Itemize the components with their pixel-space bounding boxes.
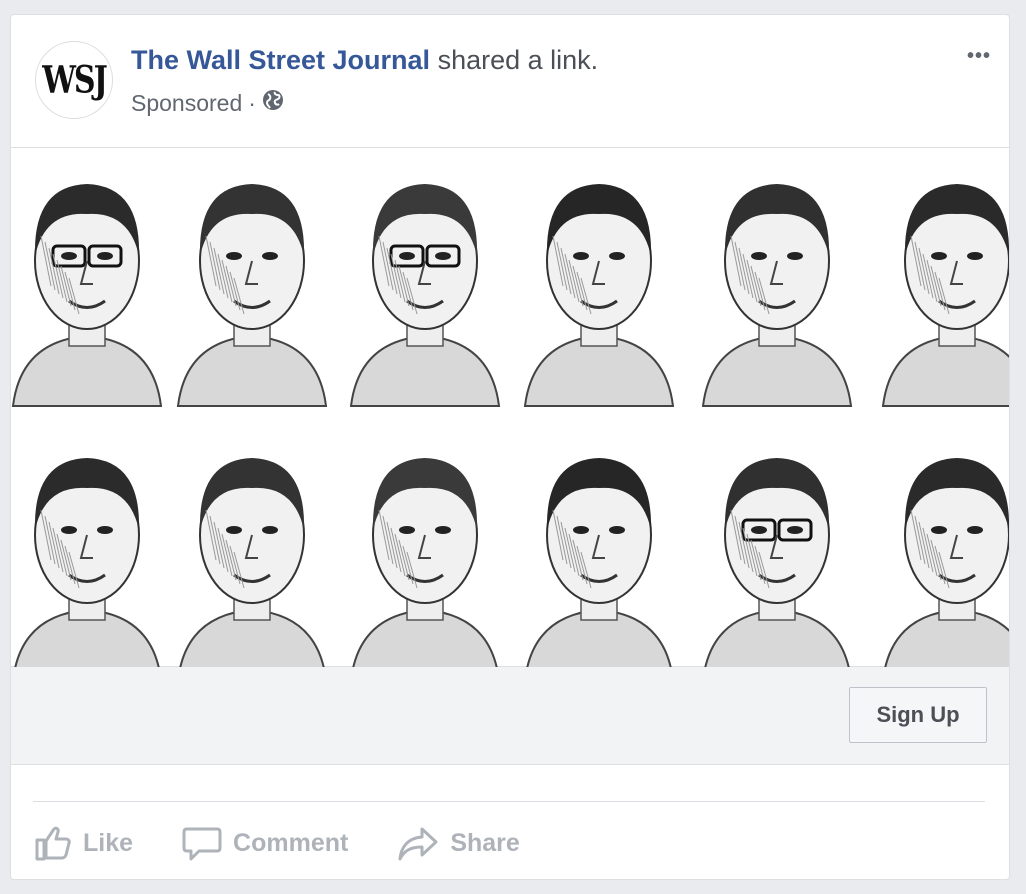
shared-text: shared a link. (437, 45, 599, 75)
portrait-sketch (523, 184, 675, 407)
post-title-line: The Wall Street Journal shared a link. (131, 45, 598, 76)
like-icon (35, 826, 71, 861)
like-label: Like (83, 828, 134, 857)
post-header: WSJ The Wall Street Journal shared a lin… (11, 15, 1009, 147)
globe-icon[interactable] (262, 89, 284, 117)
portrait-sketch (176, 458, 328, 681)
page-name-link[interactable]: The Wall Street Journal (131, 45, 430, 75)
more-icon[interactable]: ••• (967, 45, 991, 68)
sign-up-button[interactable]: Sign Up (849, 687, 987, 743)
portrait-sketch (881, 184, 1009, 407)
portrait-sketch (11, 184, 163, 407)
comment-label: Comment (233, 828, 349, 857)
portrait-grid-image (11, 184, 1009, 681)
portrait-sketch (701, 458, 853, 681)
comment-button[interactable]: Comment (181, 823, 348, 863)
avatar-logo-text: WSJ (42, 58, 108, 102)
share-button[interactable]: Share (396, 823, 520, 863)
divider (33, 801, 985, 802)
portrait-sketch (349, 458, 501, 681)
post-meta: Sponsored · (131, 89, 284, 117)
cta-bar: Sign Up (11, 667, 1009, 765)
portrait-sketch (701, 184, 853, 407)
share-icon (398, 827, 438, 861)
sponsored-post-card: WSJ The Wall Street Journal shared a lin… (10, 14, 1010, 880)
portrait-sketch (349, 184, 501, 407)
post-actions: Like Comment Share (33, 821, 568, 865)
share-label: Share (450, 828, 520, 857)
sponsored-label[interactable]: Sponsored (131, 90, 242, 117)
portrait-sketch (881, 458, 1009, 681)
meta-separator: · (248, 89, 256, 116)
ad-image[interactable] (11, 147, 1009, 681)
portrait-sketch (11, 458, 163, 681)
portrait-sketch (523, 458, 675, 681)
comment-icon (182, 827, 222, 861)
like-button[interactable]: Like (33, 823, 133, 863)
portrait-sketch (176, 184, 328, 407)
page-avatar[interactable]: WSJ (35, 41, 113, 119)
